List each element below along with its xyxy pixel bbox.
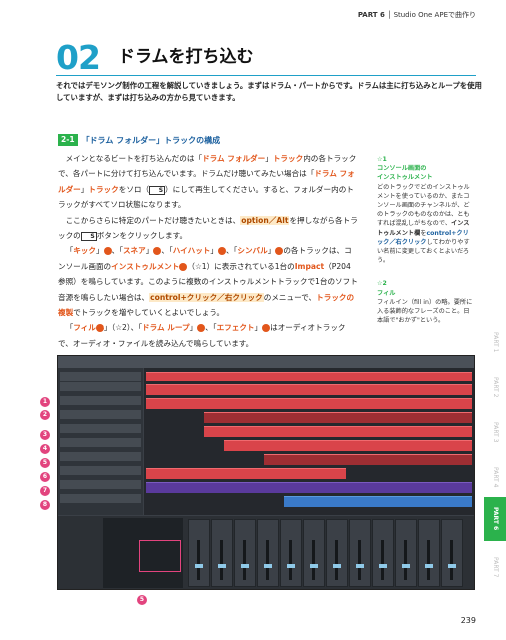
mixer-channel bbox=[211, 519, 233, 587]
callout-badge: 5 bbox=[137, 595, 147, 605]
clip bbox=[284, 496, 472, 507]
callout-badge: 3 bbox=[40, 430, 50, 440]
chapter-title: ドラムを打ち込む bbox=[118, 47, 254, 67]
callout-badge: 6 bbox=[40, 472, 50, 482]
clip bbox=[204, 412, 472, 423]
mixer-channel bbox=[280, 519, 302, 587]
title-rule bbox=[56, 75, 476, 76]
intro-paragraph: それではデモソング制作の工程を解説していきましょう。まずはドラム・パートからです… bbox=[56, 81, 482, 102]
tab-part-6[interactable]: PART 6 bbox=[484, 497, 506, 541]
body-paragraph: ここからさらに特定のパートだけ聴きたいときは、option／Altを押しながら各… bbox=[58, 215, 358, 242]
daw-track-list bbox=[58, 368, 143, 515]
running-head: PART 6 │ Studio One APEで曲作り bbox=[357, 11, 476, 19]
track-row bbox=[60, 452, 141, 461]
callout-badge: 1 bbox=[40, 397, 50, 407]
tab-part-3[interactable]: PART 3 bbox=[484, 410, 506, 454]
tab-part-2[interactable]: PART 2 bbox=[484, 365, 506, 409]
mixer-channel bbox=[418, 519, 440, 587]
body-paragraph: 「キック」 1、「スネア」 2、「ハイハット」 3、「シンバル」 4の各トラックは、コン… bbox=[58, 246, 358, 318]
track-row bbox=[60, 494, 141, 503]
key-label: option／Alt bbox=[240, 215, 290, 225]
track-row bbox=[60, 424, 141, 433]
note-1: ☆1 コンソール画面の インストゥルメント どのトラックでどのインストゥルメント… bbox=[377, 156, 470, 265]
mixer-channel bbox=[372, 519, 394, 587]
mixer-channel bbox=[349, 519, 371, 587]
part-label: PART 6 bbox=[357, 11, 385, 19]
page-number: 239 bbox=[460, 616, 476, 625]
track-row bbox=[60, 438, 141, 447]
tab-part-7[interactable]: PART 7 bbox=[484, 545, 506, 589]
callout-badge: 7 bbox=[40, 486, 50, 496]
chapter-number: 02 bbox=[56, 38, 101, 77]
daw-instrument-list bbox=[103, 518, 183, 588]
mixer-channel bbox=[303, 519, 325, 587]
part-title: Studio One APEで曲作り bbox=[393, 11, 476, 19]
body-text: メインとなるビートを打ち込んだのは「ドラム フォルダー」トラック内の各トラックで… bbox=[58, 151, 358, 351]
sidebar-notes: ☆1 コンソール画面の インストゥルメント どのトラックでどのインストゥルメント… bbox=[377, 155, 473, 339]
clip bbox=[146, 482, 472, 493]
body-paragraph: メインとなるビートを打ち込んだのは「ドラム フォルダー」トラック内の各トラックで… bbox=[58, 154, 357, 210]
track-row bbox=[60, 382, 141, 391]
track-row bbox=[60, 480, 141, 489]
mixer-channel bbox=[188, 519, 210, 587]
callout-badge: 2 bbox=[40, 410, 50, 420]
mixer-channel bbox=[395, 519, 417, 587]
clip bbox=[146, 384, 472, 395]
body-paragraph: 「フィル 6」（☆2）、「ドラム ループ」 7、「エフェクト」 8はオーディオトラック… bbox=[58, 323, 346, 348]
mixer-channel bbox=[326, 519, 348, 587]
mixer-channel bbox=[257, 519, 279, 587]
daw-toolbar bbox=[58, 356, 474, 368]
clip bbox=[224, 440, 472, 451]
note-2: ☆2 フィル フィルイン（fill in）の略。要所に入る装飾的なフレーズのこと… bbox=[377, 280, 473, 325]
instrument-highlight bbox=[139, 540, 181, 572]
track-row bbox=[60, 396, 141, 405]
daw-screenshot bbox=[57, 355, 475, 590]
section-tag: 2-1 bbox=[58, 134, 78, 146]
track-row bbox=[60, 466, 141, 475]
tab-part-4[interactable]: PART 4 bbox=[484, 455, 506, 499]
daw-arrange-view bbox=[144, 368, 474, 515]
callout-badge: 8 bbox=[40, 500, 50, 510]
track-row bbox=[60, 372, 141, 381]
callout-badge: 4 bbox=[40, 444, 50, 454]
track-row bbox=[60, 410, 141, 419]
section-heading: 2-1 「ドラム フォルダー」トラックの構成 bbox=[58, 134, 220, 146]
clip bbox=[264, 454, 472, 465]
mixer-channel bbox=[441, 519, 463, 587]
solo-key: S bbox=[149, 185, 166, 195]
tab-part-1[interactable]: PART 1 bbox=[484, 320, 506, 364]
section-title: 「ドラム フォルダー」トラックの構成 bbox=[81, 135, 221, 145]
clip bbox=[146, 468, 346, 479]
clip bbox=[146, 398, 472, 409]
mixer-channel bbox=[234, 519, 256, 587]
clip bbox=[146, 372, 472, 381]
callout-badge: 5 bbox=[40, 458, 50, 468]
clip bbox=[204, 426, 472, 437]
